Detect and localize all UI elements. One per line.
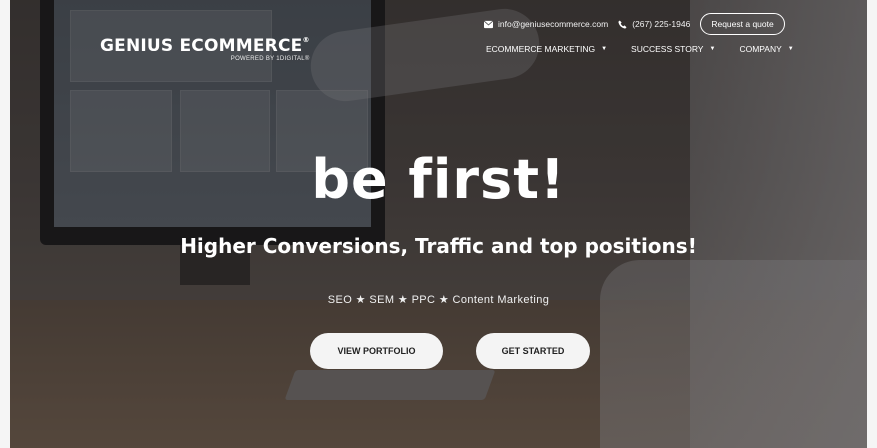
nav-item-ecommerce-marketing[interactable]: ECOMMERCE MARKETING ▼: [486, 44, 607, 54]
caret-down-icon: ▼: [709, 46, 716, 52]
top-contact-bar: info@geniusecommerce.com (267) 225-1946 …: [484, 13, 785, 35]
hero-headline: be first!: [311, 148, 566, 211]
envelope-icon: [484, 20, 493, 28]
page-edge: [0, 0, 10, 448]
nav-item-label: ECOMMERCE MARKETING: [486, 44, 596, 54]
logo-title: GENIUS ECOMMERCE®: [100, 36, 310, 56]
logo-subtitle: POWERED BY 1DIGITAL®: [230, 56, 310, 62]
nav-item-success-story[interactable]: SUCCESS STORY ▼: [631, 44, 715, 54]
phone-link[interactable]: (267) 225-1946: [618, 19, 690, 29]
services-list: SEO ★ SEM ★ PPC ★ Content Marketing: [327, 294, 550, 306]
phone-icon: [618, 19, 627, 29]
view-portfolio-button[interactable]: VIEW PORTFOLIO: [310, 333, 443, 369]
nav-item-label: COMPANY: [739, 44, 782, 54]
nav-item-label: SUCCESS STORY: [631, 44, 704, 54]
email-link[interactable]: info@geniusecommerce.com: [484, 19, 608, 29]
phone-text: (267) 225-1946: [632, 19, 691, 29]
request-quote-button[interactable]: Request a quote: [700, 13, 785, 35]
get-started-button[interactable]: GET STARTED: [476, 333, 590, 369]
logo-title-text: GENIUS ECOMMERCE: [100, 36, 303, 56]
caret-down-icon: ▼: [601, 46, 608, 52]
hero-subheadline: Higher Conversions, Traffic and top posi…: [180, 234, 697, 258]
main-nav: ECOMMERCE MARKETING ▼ SUCCESS STORY ▼ CO…: [486, 44, 818, 54]
caret-down-icon: ▼: [787, 46, 794, 52]
nav-item-company[interactable]: COMPANY ▼: [739, 44, 793, 54]
dark-overlay: [0, 0, 877, 448]
email-text: info@geniusecommerce.com: [498, 19, 609, 29]
hero-background: [0, 0, 877, 448]
page-edge: [867, 0, 877, 448]
logo-reg-mark: ®: [302, 36, 310, 44]
site-logo[interactable]: GENIUS ECOMMERCE® POWERED BY 1DIGITAL®: [100, 36, 310, 62]
